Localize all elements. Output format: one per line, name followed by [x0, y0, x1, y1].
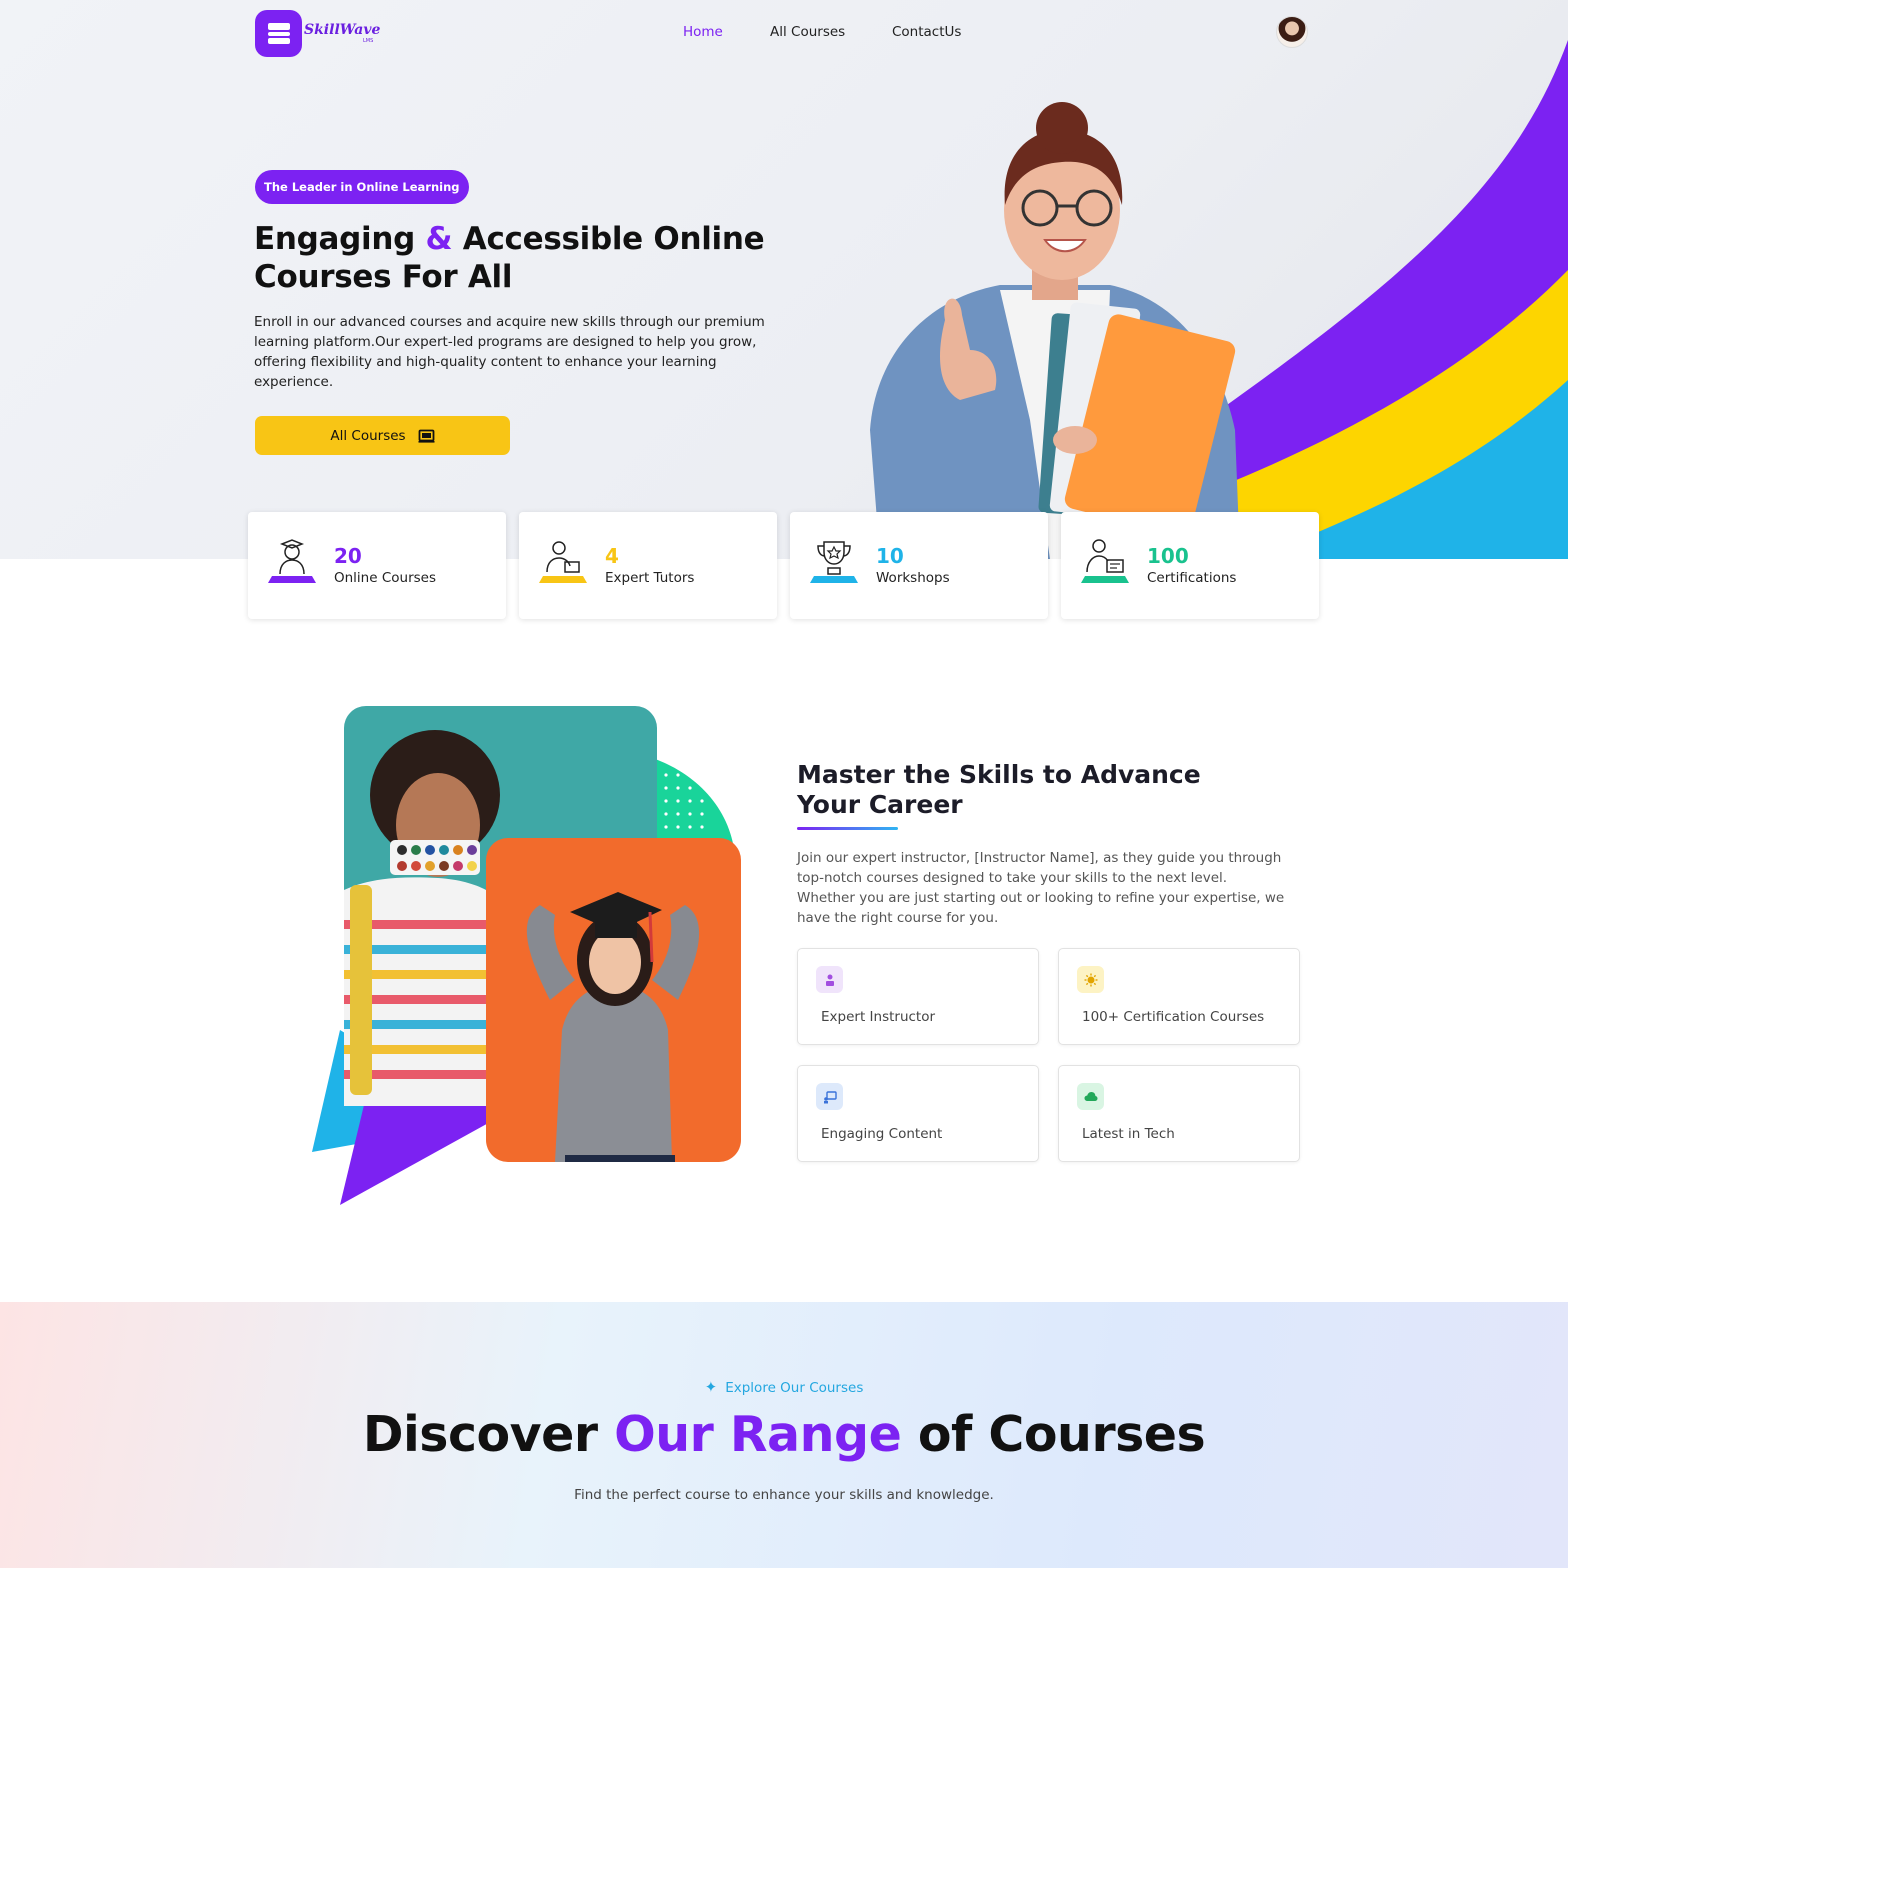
courses-title-part2: of Courses: [917, 1406, 1206, 1463]
feature-card-latest-in-tech[interactable]: Latest in Tech: [1058, 1065, 1300, 1162]
about-collage-image: [312, 706, 741, 1205]
courses-title-accent: Our Range: [614, 1406, 902, 1463]
stat-label: Expert Tutors: [605, 570, 695, 586]
graduate-icon: [268, 539, 316, 583]
stat-value: 10: [876, 544, 904, 568]
hero-title: Engaging & Accessible Online Courses For…: [254, 220, 814, 296]
courses-title-part1: Discover: [362, 1406, 598, 1463]
nav-link-contact-us[interactable]: ContactUs: [892, 24, 961, 40]
instructor-icon: [816, 966, 843, 993]
sparkle-icon: ✦: [704, 1378, 718, 1396]
hero-description: Enroll in our advanced courses and acqui…: [254, 314, 765, 390]
user-avatar[interactable]: [1276, 16, 1308, 48]
stat-card-expert-tutors: 4 Expert Tutors: [519, 512, 777, 619]
all-courses-button-label: All Courses: [330, 427, 406, 444]
hero-student-image: [870, 102, 1240, 559]
courses-eyebrow: ✦ Explore Our Courses: [0, 1378, 1568, 1396]
feature-label: Expert Instructor: [821, 1009, 936, 1025]
hero-section: SkillWave LMS Home All Courses ContactUs…: [0, 0, 1568, 559]
presentation-icon: [816, 1083, 843, 1110]
feature-card-engaging-content[interactable]: Engaging Content: [797, 1065, 1039, 1162]
feature-label: Engaging Content: [821, 1126, 943, 1142]
about-title: Master the Skills to Advance Your Career: [797, 760, 1201, 819]
stat-value: 4: [605, 544, 619, 568]
logo-icon[interactable]: [255, 10, 302, 57]
stat-card-certifications: 100 Certifications: [1061, 512, 1319, 619]
nav-link-all-courses[interactable]: All Courses: [770, 24, 845, 40]
feature-label: 100+ Certification Courses: [1082, 1009, 1265, 1025]
nav-link-home[interactable]: Home: [683, 24, 723, 40]
all-courses-button[interactable]: All Courses: [255, 416, 510, 455]
feature-card-certification-courses[interactable]: 100+ Certification Courses: [1058, 948, 1300, 1045]
tutor-icon: [539, 541, 587, 583]
stat-card-online-courses: 20 Online Courses: [248, 512, 506, 619]
feature-card-expert-instructor[interactable]: Expert Instructor: [797, 948, 1039, 1045]
cloud-icon: [1077, 1083, 1104, 1110]
top-navbar: SkillWave LMS Home All Courses ContactUs: [0, 0, 1568, 66]
stat-value: 100: [1147, 544, 1189, 568]
courses-section: ✦ Explore Our Courses Discover Our Range …: [0, 1302, 1568, 1568]
laptop-icon: [418, 429, 435, 443]
sun-icon: [1077, 966, 1104, 993]
courses-eyebrow-label: Explore Our Courses: [725, 1380, 864, 1396]
hero-title-part1: Engaging: [254, 221, 416, 257]
courses-title: Discover Our Range of Courses: [0, 1406, 1568, 1463]
about-description: Join our expert instructor, [Instructor …: [797, 850, 1285, 926]
hero-title-amp: &: [425, 221, 453, 257]
certificate-icon: [1081, 539, 1129, 583]
feature-label: Latest in Tech: [1082, 1126, 1175, 1142]
stat-label: Workshops: [876, 570, 950, 586]
trophy-icon: [810, 541, 858, 583]
stat-value: 20: [334, 544, 362, 568]
stat-label: Online Courses: [334, 570, 437, 586]
about-title-underline: [797, 827, 898, 830]
stat-label: Certifications: [1147, 570, 1237, 586]
brand-name[interactable]: SkillWave: [304, 22, 380, 38]
courses-subtitle: Find the perfect course to enhance your …: [574, 1487, 994, 1503]
stat-card-workshops: 10 Workshops: [790, 512, 1048, 619]
hero-badge: The Leader in Online Learning: [255, 170, 469, 204]
brand-tagline: LMS: [363, 38, 374, 44]
